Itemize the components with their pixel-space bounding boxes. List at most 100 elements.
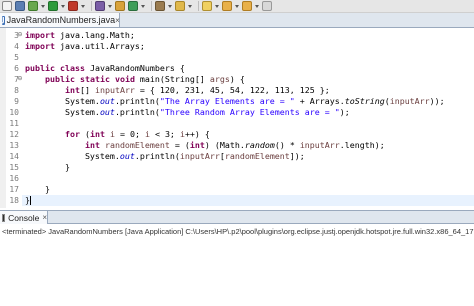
code-token: randomElement bbox=[104, 140, 170, 150]
line-number: 19 bbox=[6, 206, 19, 208]
chevron-down-icon[interactable] bbox=[81, 4, 85, 8]
chevron-down-icon[interactable] bbox=[41, 4, 45, 8]
code-token: public bbox=[44, 74, 75, 84]
code-token: .println( bbox=[114, 96, 160, 106]
code-token: "Three Random Array Elements are = " bbox=[159, 107, 340, 117]
line-number: 5 bbox=[14, 53, 19, 62]
code-token: void bbox=[114, 74, 135, 84]
code-token: java.lang.Math; bbox=[54, 30, 135, 40]
code-token: import bbox=[25, 30, 55, 40]
console-output[interactable]: <terminated> JavaRandomNumbers [Java App… bbox=[0, 224, 474, 306]
code-token: ) (Math. bbox=[204, 140, 245, 150]
chevron-down-icon[interactable] bbox=[235, 4, 239, 8]
editor-tab-java-random-numbers[interactable]: J JavaRandomNumbers.java × bbox=[0, 13, 120, 27]
chevron-down-icon[interactable] bbox=[61, 4, 65, 8]
eclipse-window: J JavaRandomNumbers.java × 3 4 5 6 7 8 9 10 11 12… bbox=[0, 0, 474, 306]
code-token: args bbox=[209, 74, 230, 84]
new-icon[interactable] bbox=[2, 1, 12, 11]
code-line[interactable]: import java.lang.Math; bbox=[22, 30, 474, 41]
code-token: int bbox=[89, 129, 105, 139]
console-status-line: <terminated> JavaRandomNumbers [Java App… bbox=[2, 227, 474, 236]
code-line[interactable] bbox=[22, 118, 474, 129]
code-token: randomElement bbox=[224, 151, 290, 161]
code-line[interactable]: public static void main(String[] args) { bbox=[22, 74, 474, 85]
code-token: JavaRandomNumbers { bbox=[84, 63, 185, 73]
code-token: toString bbox=[344, 96, 385, 106]
code-line[interactable]: System.out.println("Three Random Array E… bbox=[22, 107, 474, 118]
code-token: } bbox=[25, 162, 70, 172]
chevron-down-icon[interactable] bbox=[108, 4, 112, 8]
chevron-down-icon[interactable] bbox=[168, 4, 172, 8]
console-icon bbox=[2, 213, 6, 222]
code-token: class bbox=[59, 63, 85, 73]
code-line[interactable] bbox=[22, 52, 474, 63]
code-token: System. bbox=[25, 96, 100, 106]
open-type-icon[interactable] bbox=[155, 1, 165, 11]
line-number: 15 bbox=[9, 163, 19, 172]
chevron-down-icon[interactable] bbox=[141, 4, 145, 8]
chevron-down-icon[interactable] bbox=[255, 4, 259, 8]
toolbar-separator bbox=[91, 1, 92, 11]
code-token: for bbox=[64, 129, 80, 139]
line-number: 12 bbox=[9, 130, 19, 139]
line-number: 8 bbox=[14, 86, 19, 95]
code-token: inputArr bbox=[94, 85, 135, 95]
search-icon[interactable] bbox=[175, 1, 185, 11]
code-line[interactable]: int randomElement = (int) (Math.random()… bbox=[22, 140, 474, 151]
code-token: + Arrays. bbox=[294, 96, 345, 106]
new-class-icon[interactable] bbox=[128, 1, 138, 11]
code-line[interactable] bbox=[22, 206, 474, 208]
text-caret bbox=[30, 196, 31, 205]
code-token: static bbox=[79, 74, 110, 84]
code-line[interactable]: int[] inputArr = { 120, 231, 45, 54, 122… bbox=[22, 85, 474, 96]
code-token: .println( bbox=[114, 107, 160, 117]
code-line[interactable]: } bbox=[22, 184, 474, 195]
line-number: 17 bbox=[9, 185, 19, 194]
code-token: } bbox=[25, 184, 50, 194]
close-icon[interactable]: × bbox=[42, 213, 47, 222]
new-java-project-icon[interactable] bbox=[95, 1, 105, 11]
code-token: .println( bbox=[134, 151, 180, 161]
main-toolbar bbox=[0, 0, 474, 13]
code-token: .length); bbox=[339, 140, 385, 150]
chevron-down-icon[interactable] bbox=[215, 4, 219, 8]
code-line-current[interactable]: } bbox=[22, 195, 474, 206]
console-tab-bar: Console × bbox=[0, 210, 474, 224]
code-token: out bbox=[99, 107, 115, 117]
line-number: 16 bbox=[9, 174, 19, 183]
code-editor[interactable]: 345678910111213141516171819 ⊖import java… bbox=[0, 28, 474, 208]
code-line[interactable]: public class JavaRandomNumbers { bbox=[22, 63, 474, 74]
close-icon[interactable]: × bbox=[115, 16, 120, 25]
code-line[interactable] bbox=[22, 173, 474, 184]
code-token: import bbox=[25, 41, 55, 51]
code-text-area[interactable]: ⊖ import java.lang.Math; import java.util.… bbox=[17, 28, 474, 208]
save-icon[interactable] bbox=[15, 1, 25, 11]
forward-icon[interactable] bbox=[242, 1, 252, 11]
code-token: inputArr bbox=[299, 140, 340, 150]
code-token: < 3; bbox=[149, 129, 180, 139]
tab-console[interactable]: Console × bbox=[0, 211, 48, 224]
external-tools-icon[interactable] bbox=[68, 1, 78, 11]
code-line[interactable]: System.out.println("The Array Elements a… bbox=[22, 96, 474, 107]
back-icon[interactable] bbox=[222, 1, 232, 11]
code-token: inputArr bbox=[179, 151, 220, 161]
code-token: ( bbox=[79, 129, 90, 139]
pin-editor-icon[interactable] bbox=[262, 1, 272, 11]
new-package-icon[interactable] bbox=[115, 1, 125, 11]
code-token: public bbox=[25, 63, 55, 73]
code-line[interactable]: System.out.println(inputArr[randomElemen… bbox=[22, 151, 474, 162]
code-line[interactable]: for (int i = 0; i < 3; i++) { bbox=[22, 129, 474, 140]
code-token: int bbox=[64, 85, 80, 95]
java-file-icon: J bbox=[2, 15, 5, 25]
code-line[interactable]: import java.util.Arrays; bbox=[22, 41, 474, 52]
code-token: System. bbox=[25, 107, 100, 117]
code-line[interactable]: } bbox=[22, 162, 474, 173]
chevron-down-icon[interactable] bbox=[188, 4, 192, 8]
annotation-icon[interactable] bbox=[202, 1, 212, 11]
code-token: "The Array Elements are = " bbox=[159, 96, 295, 106]
run-icon[interactable] bbox=[48, 1, 58, 11]
code-token: )); bbox=[429, 96, 445, 106]
debug-icon[interactable] bbox=[28, 1, 38, 11]
